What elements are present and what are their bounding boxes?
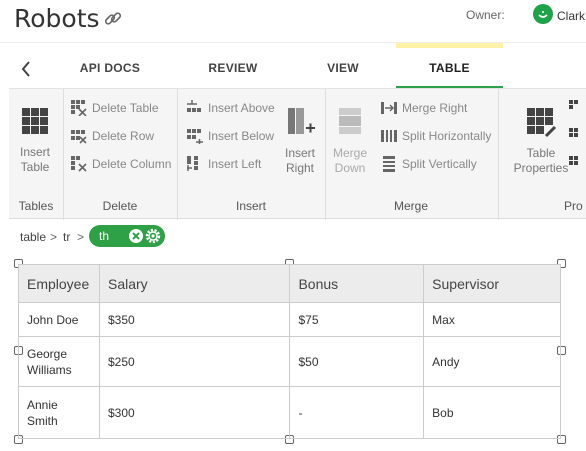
table-cell[interactable]: $50 <box>289 336 425 387</box>
merge-down-icon <box>339 108 361 134</box>
insert-left-icon <box>187 156 198 171</box>
tab-table[interactable]: TABLE <box>396 61 503 81</box>
delete-table-icon <box>71 100 87 116</box>
data-table: Employee Salary Bonus Supervisor John Do… <box>18 264 561 439</box>
split-vertically-label: Split Vertically <box>402 157 477 171</box>
insert-right-button[interactable]: Insert Right <box>281 106 319 176</box>
table-grid-icon <box>22 108 48 134</box>
tab-highlight <box>396 43 503 48</box>
merge-right-label: Merge Right <box>402 101 468 115</box>
insert-right-icon <box>288 108 315 134</box>
tab-view[interactable]: VIEW <box>310 61 376 81</box>
group-label-merge: Merge <box>393 199 428 213</box>
chevron-left-icon[interactable] <box>18 59 34 79</box>
table-row: George Williams $250 $50 Andy <box>18 336 561 387</box>
merge-right-icon <box>381 102 397 114</box>
breadcrumb-separator: > <box>50 230 58 244</box>
column-header-employee[interactable]: Employee <box>18 264 100 303</box>
group-label-properties: Pro <box>564 199 583 213</box>
tab-bar: API DOCS REVIEW VIEW TABLE <box>0 42 586 89</box>
table-cell[interactable]: $250 <box>98 336 291 387</box>
tab-review[interactable]: REVIEW <box>195 61 271 81</box>
tab-api-docs[interactable]: API DOCS <box>70 61 150 81</box>
table-cell[interactable]: $350 <box>98 302 291 337</box>
insert-table-button[interactable]: Insert Table <box>12 107 58 175</box>
table-cell[interactable]: Bob <box>423 386 561 439</box>
group-divider <box>498 89 499 220</box>
close-icon[interactable] <box>129 229 143 243</box>
group-label-delete: Delete <box>102 199 138 213</box>
table-row: John Doe $350 $75 Max <box>18 302 561 337</box>
link-icon[interactable] <box>102 8 124 30</box>
delete-column-label: Delete Column <box>92 157 172 171</box>
table-header-row: Employee Salary Bonus Supervisor <box>18 264 561 303</box>
delete-table-label: Delete Table <box>92 101 159 115</box>
split-horizontally-icon <box>381 130 397 142</box>
table-cell[interactable]: Andy <box>423 336 561 387</box>
breadcrumb-item-tr[interactable]: tr <box>63 230 70 244</box>
breadcrumb-active-pill[interactable]: th <box>89 225 165 247</box>
group-label-tables: Tables <box>18 199 54 213</box>
table-cell-icon <box>569 100 578 109</box>
ribbon-toolbar: Insert Table Tables Delete Table Delete … <box>9 88 586 220</box>
table-cell[interactable]: Annie Smith <box>18 386 100 439</box>
delete-row-icon <box>71 130 87 144</box>
split-horizontally-label: Split Horizontally <box>402 129 492 143</box>
insert-above-label: Insert Above <box>208 101 275 115</box>
editable-table[interactable]: Employee Salary Bonus Supervisor John Do… <box>14 259 566 444</box>
merge-down-button[interactable]: Merge Down <box>331 106 369 176</box>
owner-name[interactable]: Clark <box>557 9 585 23</box>
table-properties-button[interactable]: Table Properties <box>513 106 569 176</box>
document-header: Robots Owner: Clark <box>0 0 586 42</box>
avatar[interactable] <box>533 4 553 24</box>
table-properties-icon <box>527 108 557 138</box>
table-cell[interactable]: $75 <box>289 302 425 337</box>
table-cell[interactable]: George Williams <box>18 336 100 387</box>
gear-icon[interactable] <box>145 228 161 244</box>
table-row: Annie Smith $300 - Bob <box>18 386 561 439</box>
breadcrumb-item-th: th <box>99 229 110 243</box>
column-header-bonus[interactable]: Bonus <box>289 264 425 303</box>
delete-row-label: Delete Row <box>92 129 155 143</box>
table-properties-label: Table Properties <box>513 146 569 175</box>
insert-above-icon <box>187 100 201 112</box>
group-label-insert: Insert <box>235 199 266 213</box>
column-header-salary[interactable]: Salary <box>98 264 291 303</box>
delete-column-icon <box>71 156 87 172</box>
owner-label: Owner: <box>466 8 505 22</box>
merge-down-label: Merge Down <box>332 146 367 175</box>
insert-below-label: Insert Below <box>208 129 275 143</box>
table-cell[interactable]: $300 <box>98 386 291 439</box>
table-cell[interactable]: - <box>289 386 425 439</box>
table-cell-icon <box>569 128 578 137</box>
breadcrumb-item-table[interactable]: table <box>20 230 46 244</box>
insert-right-label: Insert Right <box>284 146 315 175</box>
split-vertically-icon <box>383 156 395 172</box>
breadcrumb-separator: > <box>77 230 85 244</box>
insert-below-icon <box>187 129 203 144</box>
insert-table-label: Insert Table <box>19 145 50 174</box>
page-title: Robots <box>14 4 100 33</box>
table-cell-icon <box>569 156 578 165</box>
insert-left-label: Insert Left <box>208 157 262 171</box>
table-cell[interactable]: Max <box>423 302 561 337</box>
column-header-supervisor[interactable]: Supervisor <box>423 264 561 303</box>
table-cell[interactable]: John Doe <box>18 302 100 337</box>
